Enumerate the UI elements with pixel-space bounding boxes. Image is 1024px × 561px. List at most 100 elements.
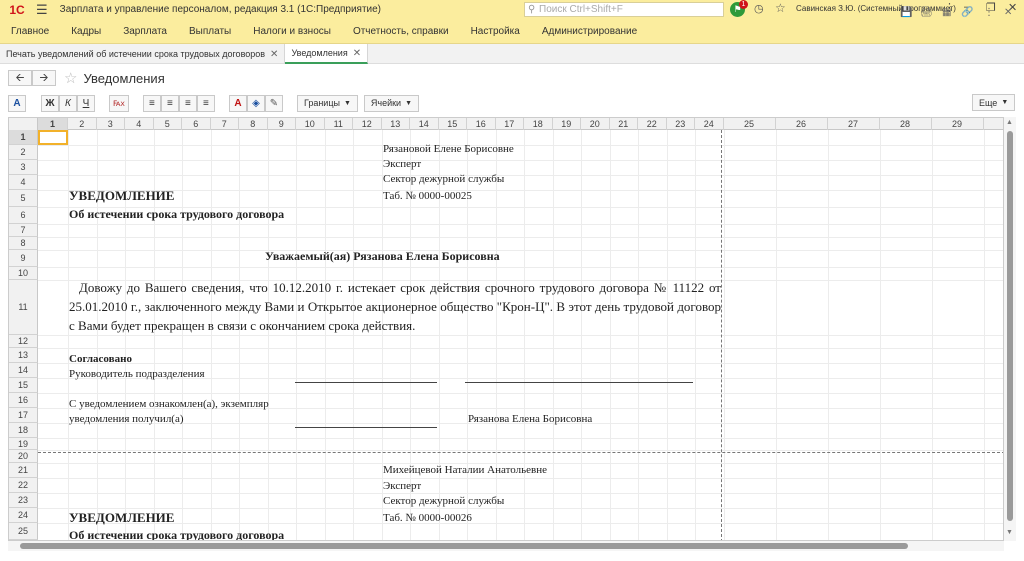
bold-button[interactable]: Ж [41, 94, 59, 112]
column-header-cell[interactable]: 24 [695, 118, 724, 130]
column-header-cell[interactable]: 12 [353, 118, 382, 130]
column-header-cell[interactable]: 25 [724, 118, 776, 130]
row-header-cell[interactable]: 4 [9, 175, 38, 190]
row-header-cell[interactable]: 19 [9, 438, 38, 450]
column-header-cell[interactable]: 16 [467, 118, 496, 130]
column-header-cell[interactable]: 15 [439, 118, 467, 130]
italic-button[interactable]: К [59, 94, 77, 112]
column-header-cell[interactable]: 21 [610, 118, 638, 130]
back-button[interactable]: 🡨 [8, 70, 32, 86]
column-header-cell[interactable]: 18 [524, 118, 553, 130]
menu-hr[interactable]: Кадры [60, 26, 112, 37]
column-header-cell[interactable]: 8 [239, 118, 268, 130]
tab-notices[interactable]: Уведомления ✕ [285, 44, 369, 64]
row-header-cell[interactable]: 17 [9, 408, 38, 423]
menu-settings[interactable]: Настройка [460, 26, 531, 37]
row-header-cell[interactable]: 10 [9, 267, 38, 280]
scroll-down-icon[interactable]: ▼ [1006, 529, 1013, 536]
column-header-cell[interactable]: 20 [581, 118, 610, 130]
horizontal-scroll-thumb[interactable] [20, 543, 908, 549]
column-header-cell[interactable]: 4 [125, 118, 154, 130]
row-header-cell[interactable]: 15 [9, 378, 38, 393]
cells-dropdown[interactable]: Ячейки ▼ [363, 94, 420, 112]
column-header-cell[interactable]: 23 [667, 118, 695, 130]
column-header-cell[interactable]: 22 [638, 118, 667, 130]
selected-cell[interactable] [38, 130, 68, 145]
column-header-cell[interactable]: 2 [68, 118, 97, 130]
column-header-cell[interactable]: 11 [325, 118, 353, 130]
row-header-cell[interactable]: 22 [9, 478, 38, 493]
borders-dropdown[interactable]: Границы ▼ [296, 94, 358, 112]
row-header-cell[interactable]: 23 [9, 493, 38, 508]
more-actions-icon[interactable]: ⋮ [984, 7, 994, 18]
row-header-cell[interactable]: 16 [9, 393, 38, 408]
border-color-button[interactable]: ✎ [264, 94, 283, 112]
column-header-cell[interactable]: 13 [382, 118, 410, 130]
favorite-star-icon[interactable]: ☆ [64, 69, 77, 87]
menu-reports[interactable]: Отчетность, справки [342, 26, 460, 37]
menu-salary[interactable]: Зарплата [112, 26, 178, 37]
search-input[interactable]: ⚲ Поиск Ctrl+Shift+F [524, 2, 724, 17]
forward-button[interactable]: 🡪 [32, 70, 56, 86]
row-header-cell[interactable]: 21 [9, 463, 38, 478]
align-justify-button[interactable]: ≡ [196, 94, 215, 112]
clear-format-button[interactable]: ℻ [109, 94, 129, 112]
text-color-button[interactable]: A [228, 94, 247, 112]
column-header-cell[interactable]: 14 [410, 118, 439, 130]
row-header-cell[interactable]: 14 [9, 363, 38, 378]
column-header-cell[interactable]: 10 [296, 118, 325, 130]
scroll-up-icon[interactable]: ▲ [1006, 119, 1013, 126]
row-header-cell[interactable]: 2 [9, 145, 38, 160]
align-left-button[interactable]: ≡ [142, 94, 161, 112]
more-dropdown[interactable]: Еще ▼ [972, 94, 1016, 111]
close-tab-icon[interactable]: ✕ [270, 49, 278, 60]
save-icon[interactable]: 💾 [900, 7, 912, 18]
row-header-cell[interactable]: 8 [9, 237, 38, 250]
column-header-cell[interactable]: 7 [211, 118, 239, 130]
row-header-cell[interactable]: 20 [9, 450, 38, 463]
column-header-cell[interactable]: 17 [496, 118, 524, 130]
column-header-cell[interactable]: 29 [932, 118, 984, 130]
row-header-cell[interactable]: 1 [9, 130, 38, 145]
font-button[interactable]: A [8, 94, 26, 112]
align-right-button[interactable]: ≡ [178, 94, 197, 112]
column-header-cell[interactable]: 19 [553, 118, 581, 130]
spreadsheet-document[interactable]: 1 2 3 4 5 6 7 8 9 10 11 12 13 14 15 16 17 18 19 20 21 22 23 24 2… [8, 117, 1004, 541]
vertical-scrollbar[interactable]: ▲ ▼ [1004, 117, 1016, 541]
column-header-cell[interactable]: 26 [776, 118, 828, 130]
row-header-cell[interactable]: 18 [9, 423, 38, 438]
column-header-cell[interactable]: 6 [182, 118, 211, 130]
column-header-cell[interactable]: 1 [38, 118, 68, 130]
column-header-cell[interactable]: 28 [880, 118, 932, 130]
row-header-cell[interactable]: 7 [9, 224, 38, 237]
vertical-scroll-thumb[interactable] [1007, 131, 1013, 521]
menu-payments[interactable]: Выплаты [178, 26, 242, 37]
main-menu-icon[interactable]: ☰ [36, 2, 48, 18]
row-header-cell[interactable]: 5 [9, 190, 38, 207]
sheet-corner[interactable] [9, 118, 38, 130]
align-center-button[interactable]: ≡ [160, 94, 179, 112]
close-tab-icon[interactable]: ✕ [353, 48, 361, 59]
menu-admin[interactable]: Администрирование [531, 26, 648, 37]
column-header-cell[interactable]: 3 [97, 118, 125, 130]
row-header-cell[interactable]: 12 [9, 335, 38, 348]
row-header-cell[interactable]: 3 [9, 160, 38, 175]
row-header-cell[interactable]: 11 [9, 280, 38, 335]
column-header-cell[interactable]: 27 [828, 118, 880, 130]
horizontal-scrollbar[interactable] [8, 541, 1004, 551]
link-icon[interactable]: 🔗 [961, 7, 973, 18]
column-header-cell[interactable]: 5 [154, 118, 182, 130]
close-form-icon[interactable]: ✕ [1004, 7, 1012, 18]
underline-button[interactable]: Ч [77, 94, 95, 112]
tab-print-notices[interactable]: Печать уведомлений об истечении срока тр… [0, 44, 286, 64]
row-header-cell[interactable]: 25 [9, 523, 38, 540]
row-header-cell[interactable]: 9 [9, 250, 38, 267]
menu-main[interactable]: Главное [0, 26, 60, 37]
fill-color-button[interactable]: ◈ [246, 94, 265, 112]
row-header-cell[interactable]: 24 [9, 508, 38, 523]
row-header-cell[interactable]: 13 [9, 348, 38, 363]
row-header-cell[interactable]: 6 [9, 207, 38, 224]
print-icon[interactable]: 🖨 [920, 7, 933, 18]
menu-taxes[interactable]: Налоги и взносы [242, 26, 342, 37]
history-icon[interactable]: ◷ [754, 2, 764, 15]
